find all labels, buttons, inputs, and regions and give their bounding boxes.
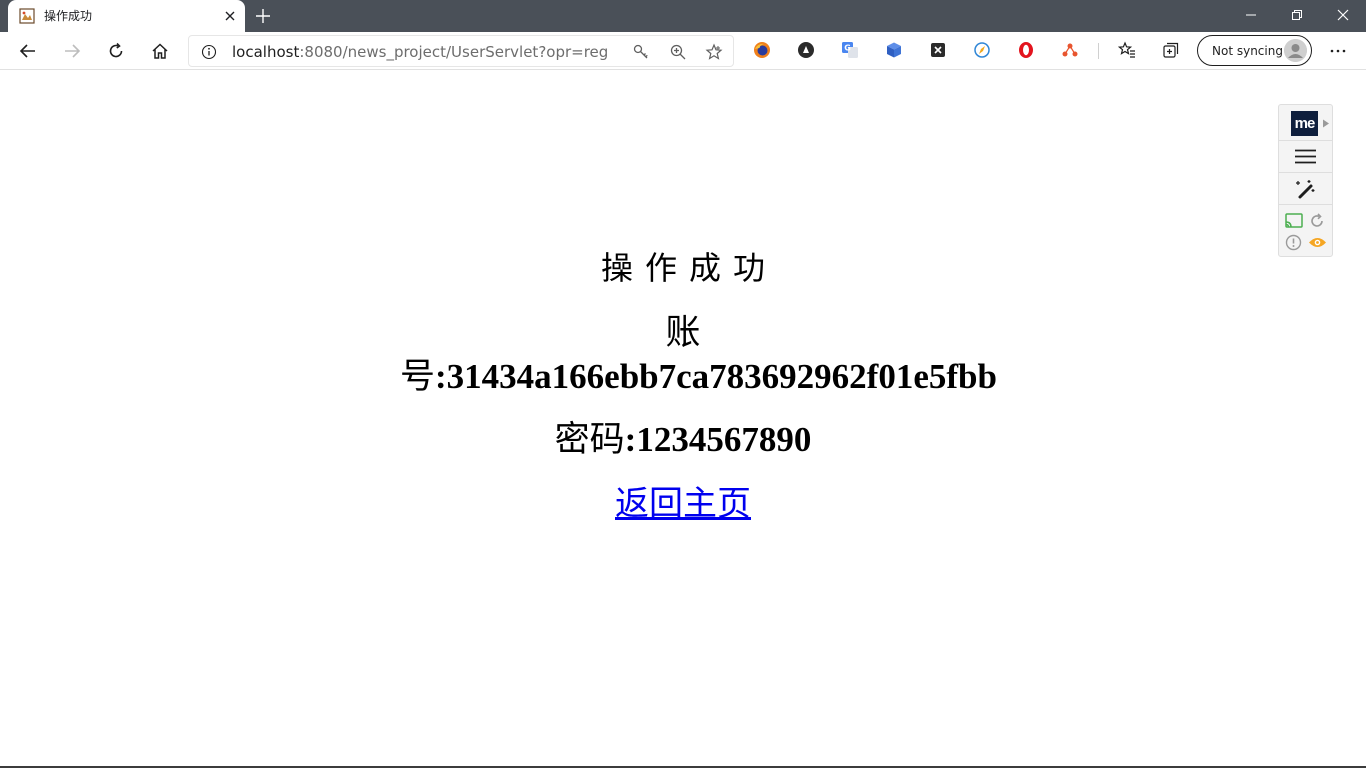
home-link-row: 返回主页 bbox=[0, 482, 1366, 526]
refresh-button[interactable] bbox=[102, 37, 130, 65]
browser-toolbar: localhost:8080/news_project/UserServlet?… bbox=[0, 32, 1366, 70]
restore-icon bbox=[1292, 10, 1302, 20]
me-logo: me bbox=[1291, 111, 1318, 136]
close-tab-icon[interactable] bbox=[222, 8, 238, 24]
firefox-icon[interactable] bbox=[753, 41, 771, 59]
url-host: localhost bbox=[232, 43, 300, 61]
compass-icon[interactable] bbox=[973, 41, 991, 59]
svg-text:G: G bbox=[844, 44, 851, 53]
account-line: 号:31434a166ebb7ca783692962f01e5fbb bbox=[400, 355, 997, 399]
account-label-rest: 号 bbox=[400, 357, 436, 397]
close-window-button[interactable] bbox=[1320, 0, 1366, 30]
extension-side-panel: me bbox=[1278, 104, 1333, 257]
profile-label: Not syncing bbox=[1212, 44, 1283, 58]
back-button[interactable] bbox=[14, 37, 42, 65]
x-box-icon[interactable] bbox=[929, 41, 947, 59]
account-label-first-char: 账 bbox=[665, 313, 701, 353]
avatar-icon bbox=[1284, 39, 1307, 62]
forward-arrow-icon bbox=[65, 44, 81, 58]
network-nodes-icon[interactable] bbox=[1061, 41, 1079, 59]
warning-icon[interactable] bbox=[1285, 234, 1302, 251]
account-value-text: 31434a166ebb7ca783692962f01e5fbb bbox=[446, 357, 997, 396]
refresh-icon bbox=[109, 42, 123, 58]
close-window-icon bbox=[1337, 9, 1349, 21]
expand-arrow-icon[interactable] bbox=[1322, 119, 1330, 128]
favorites-icon[interactable] bbox=[1118, 41, 1136, 59]
tab-title: 操作成功 bbox=[44, 9, 93, 23]
collections-icon[interactable] bbox=[1162, 41, 1180, 59]
account-info: 账 号:31434a166ebb7ca783692962f01e5fbb bbox=[400, 312, 997, 399]
url-path: :8080/news_project/UserServlet?opr=reg bbox=[299, 43, 609, 61]
browser-tab[interactable]: 操作成功 bbox=[8, 0, 245, 32]
url-text[interactable]: localhost:8080/news_project/UserServlet?… bbox=[232, 44, 608, 60]
hamburger-menu-icon bbox=[1295, 149, 1316, 164]
address-bar[interactable]: localhost:8080/news_project/UserServlet?… bbox=[188, 35, 734, 67]
toolbar-divider bbox=[1098, 43, 1099, 59]
translate-icon[interactable]: G bbox=[841, 41, 859, 59]
password-colon: : bbox=[624, 420, 637, 459]
return-home-link[interactable]: 返回主页 bbox=[615, 484, 751, 524]
reload-icon[interactable] bbox=[1309, 213, 1325, 229]
zoom-icon[interactable] bbox=[669, 43, 687, 61]
magic-wand-icon bbox=[1296, 180, 1315, 199]
password-value: 1234567890 bbox=[636, 420, 812, 459]
page-favicon-icon bbox=[19, 8, 35, 24]
more-dots-icon bbox=[1330, 49, 1346, 53]
profile-button[interactable]: Not syncing bbox=[1197, 35, 1312, 66]
site-info-icon[interactable] bbox=[201, 44, 217, 60]
minimize-button[interactable] bbox=[1228, 0, 1274, 30]
opera-red-icon[interactable] bbox=[1017, 41, 1035, 59]
me-logo-row[interactable]: me bbox=[1279, 105, 1332, 141]
minimize-icon bbox=[1246, 14, 1256, 16]
back-arrow-icon bbox=[19, 44, 35, 58]
page-title: 操作成功 bbox=[600, 249, 777, 287]
settings-menu-button[interactable] bbox=[1324, 37, 1352, 65]
account-value: : bbox=[435, 357, 447, 396]
home-icon bbox=[152, 43, 168, 59]
dark-circle-icon[interactable] bbox=[797, 41, 815, 59]
favorite-star-icon[interactable] bbox=[705, 43, 723, 61]
blue-cube-icon[interactable] bbox=[885, 41, 903, 59]
eye-icon[interactable] bbox=[1308, 236, 1327, 249]
browser-titlebar: 操作成功 bbox=[0, 0, 1366, 32]
password-label: 密码 bbox=[554, 420, 625, 460]
key-icon[interactable] bbox=[632, 43, 650, 61]
password-info: 密码:1234567890 bbox=[0, 418, 1366, 462]
restore-button[interactable] bbox=[1274, 0, 1320, 30]
new-tab-icon[interactable] bbox=[253, 6, 273, 26]
magic-wand-row[interactable] bbox=[1279, 173, 1332, 205]
home-button[interactable] bbox=[146, 37, 174, 65]
forward-button[interactable] bbox=[58, 37, 86, 65]
menu-row[interactable] bbox=[1279, 141, 1332, 173]
cast-icon[interactable] bbox=[1285, 213, 1303, 229]
